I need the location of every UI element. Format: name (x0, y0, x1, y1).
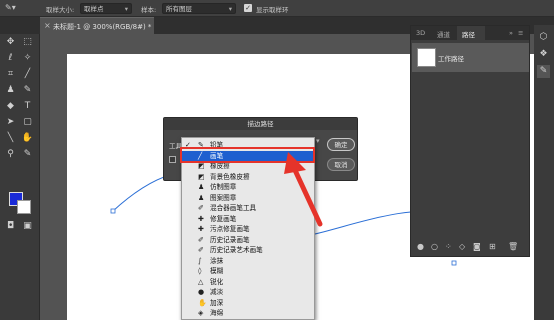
cube-icon[interactable]: ⬡ (537, 31, 550, 44)
sample-size-label: 取样大小: (46, 6, 75, 14)
options-bar: ✎▾ 取样大小: 取样点 样本: 所有图层 ✓ 显示取样环 (0, 0, 554, 17)
tool-icon: ● (198, 288, 205, 296)
eyedropper-tool-icon[interactable]: ✎ (21, 148, 34, 161)
tool-menu-label: 图案图章 (210, 193, 237, 202)
dialog-title: 描边路径 (164, 118, 357, 130)
ok-button[interactable]: 确定 (327, 138, 355, 151)
tool-menu-item[interactable]: ∫ 涂抹 (182, 256, 314, 266)
tool-icon: ✚ (198, 214, 204, 223)
sample-size-dropdown[interactable]: 取样点 (80, 3, 132, 14)
tab-3d[interactable]: 3D (416, 29, 425, 37)
crop-tool-icon[interactable]: ⌗ (4, 68, 17, 81)
work-path-label: 工作路径 (438, 55, 464, 63)
tool-icon: ◩ (198, 172, 205, 181)
tool-menu-label: 锐化 (210, 277, 224, 286)
collapse-icon[interactable]: » (509, 29, 513, 37)
path-thumbnail (417, 48, 436, 67)
rectangle-tool-icon[interactable]: ▢ (21, 116, 34, 129)
tool-dropdown-arrow[interactable]: ▾ (316, 137, 324, 149)
document-title: 未标题-1 @ 300%(RGB/8#) * (53, 23, 152, 31)
move-tool-icon[interactable]: ✥ (4, 36, 17, 49)
tool-icon: ♟ (198, 183, 205, 191)
sample-label: 样本: (141, 6, 157, 14)
load-selection-icon[interactable]: ⁘ (445, 242, 452, 251)
line-tool-icon[interactable]: ╲ (4, 132, 17, 145)
document-tab[interactable]: × 未标题-1 @ 300%(RGB/8#) * (40, 17, 154, 34)
tool-icon: ✐ (198, 235, 204, 244)
tool-icon: ◈ (198, 309, 204, 317)
tool-icon: ∫ (198, 256, 202, 265)
tool-icon: ✋ (198, 298, 207, 307)
cancel-button[interactable]: 取消 (327, 158, 355, 171)
paths-icon[interactable]: ✎ (537, 65, 550, 78)
tool-menu-label: 历史记录艺术画笔 (210, 246, 263, 254)
tool-menu-item[interactable]: ◊ 模糊 (182, 266, 314, 276)
screen-mode-icon[interactable]: ▣ (21, 220, 34, 233)
paint-bucket-icon[interactable]: ◆ (4, 100, 17, 113)
simulate-pressure-checkbox[interactable] (169, 156, 176, 163)
tool-menu-label: 历史记录画笔 (210, 235, 250, 244)
tool-menu-label: 加深 (210, 298, 224, 307)
pencil-tool-icon[interactable]: ✎ (21, 84, 34, 97)
hand-tool-icon[interactable]: ✋ (21, 132, 34, 145)
tool-menu-item[interactable]: ◈ 海绵 (182, 308, 314, 318)
sample-dropdown[interactable]: 所有图层 (162, 3, 236, 14)
tool-icon: ✐ (198, 246, 204, 254)
paths-panel: 3D 通道 路径 » ≡ 工作路径 ● ○ ⁘ ◇ ◙ ⊞ 🗑 (410, 25, 530, 257)
stamp-tool-icon[interactable]: ♟ (4, 84, 17, 97)
tool-menu-label: 污点修复画笔 (210, 225, 250, 233)
add-mask-icon[interactable]: ◙ (473, 242, 481, 251)
channels-icon[interactable]: ❖ (537, 48, 550, 61)
tool-menu-label: 混合器画笔工具 (210, 204, 257, 212)
right-icon-strip: ⬡ ❖ ✎ (534, 25, 554, 320)
tool-menu-label: 减淡 (210, 288, 224, 296)
show-ring-checkbox[interactable]: ✓ (244, 4, 252, 12)
type-tool-icon[interactable]: T (21, 100, 34, 113)
new-path-icon[interactable]: ⊞ (489, 242, 496, 251)
magic-wand-icon[interactable]: ✧ (21, 52, 34, 65)
close-tab-icon[interactable]: × (44, 21, 51, 30)
tool-menu-item[interactable]: ● 减淡 (182, 287, 314, 297)
marquee-tool-icon[interactable]: ⬚ (21, 36, 34, 49)
tab-channels[interactable]: 通道 (437, 29, 450, 39)
make-work-path-icon[interactable]: ◇ (459, 242, 465, 251)
tool-icon: ✐ (198, 204, 204, 212)
eyedropper-icon[interactable]: ✎▾ (5, 3, 16, 12)
zoom-tool-icon[interactable]: ⚲ (4, 148, 17, 161)
tool-menu-label: 海绵 (210, 309, 224, 317)
toolbar: ✥ ⬚ ℓ ✧ ⌗ ╱ ♟ ✎ ◆ T ➤ ▢ ╲ ✋ ⚲ ✎ ◘ ▣ (0, 34, 40, 320)
direct-select-icon[interactable]: ➤ (4, 116, 17, 129)
panel-tabs: 3D 通道 路径 » ≡ (411, 26, 529, 40)
show-ring-label: 显示取样环 (256, 6, 289, 14)
tool-menu-item[interactable]: △ 锐化 (182, 277, 314, 287)
tool-icon: △ (198, 277, 204, 286)
tool-menu-item[interactable]: ✋ 加深 (182, 298, 314, 308)
quick-mask-icon[interactable]: ◘ (4, 220, 17, 233)
stroke-path-icon[interactable]: ○ (431, 242, 438, 251)
tool-menu-label: 背景色橡皮擦 (210, 172, 250, 181)
brush-tool-icon[interactable]: ╱ (21, 68, 34, 81)
panel-menu-icon[interactable]: ≡ (518, 29, 523, 37)
tool-menu-item[interactable]: ✐ 历史记录艺术画笔 (182, 245, 314, 255)
work-path-row[interactable]: 工作路径 (412, 43, 529, 72)
tool-menu-item[interactable]: ✐ 历史记录画笔 (182, 235, 314, 245)
tool-menu-label: 涂抹 (210, 256, 224, 265)
fill-path-icon[interactable]: ● (417, 242, 424, 251)
background-color-swatch[interactable] (17, 200, 31, 214)
annotation-arrow (284, 152, 323, 227)
tool-menu-label: 仿制图章 (210, 183, 237, 191)
tool-icon: ◊ (198, 267, 202, 275)
tool-icon: ♟ (198, 193, 205, 202)
tool-icon: ✚ (198, 225, 204, 233)
delete-path-icon[interactable]: 🗑 (508, 242, 518, 251)
tab-paths[interactable]: 路径 (462, 29, 475, 39)
tool-menu-label: 修复画笔 (210, 214, 237, 223)
paths-panel-footer: ● ○ ⁘ ◇ ◙ ⊞ 🗑 (411, 240, 529, 256)
tool-menu-label: 模糊 (210, 267, 224, 275)
lasso-tool-icon[interactable]: ℓ (4, 52, 17, 65)
